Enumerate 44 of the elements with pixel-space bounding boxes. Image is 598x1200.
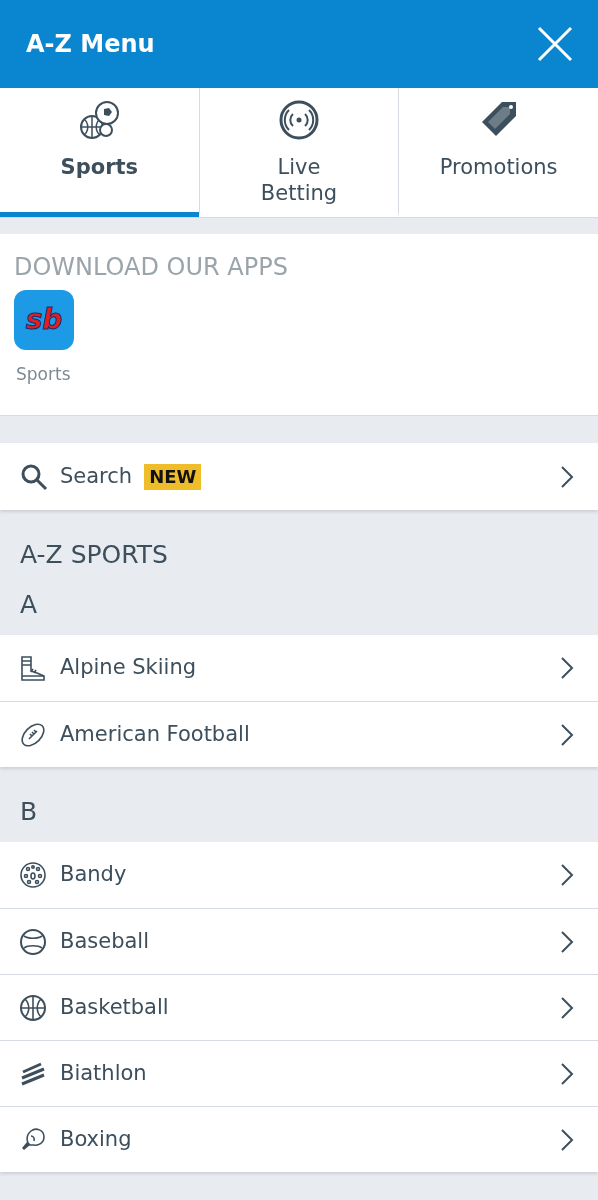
- az-heading: A-Z SPORTS: [19, 539, 169, 570]
- sport-label: American Football: [60, 720, 250, 748]
- sport-label: Alpine Skiing: [60, 654, 197, 682]
- sport-label: Bandy: [60, 861, 127, 889]
- sport-label: Baseball: [60, 927, 149, 955]
- sport-row[interactable]: Bandy: [0, 842, 598, 908]
- menu-title: A-Z Menu: [26, 29, 155, 60]
- chevron-right-icon: [560, 464, 574, 489]
- sport-row[interactable]: Boxing: [0, 1106, 598, 1172]
- letter-heading: A: [19, 589, 39, 621]
- basketball-icon: [19, 993, 47, 1022]
- sport-label: Biathlon: [60, 1059, 147, 1087]
- new-badge: NEW: [144, 463, 202, 490]
- chevron-right-icon: [560, 863, 574, 887]
- section-heading: DOWNLOAD OUR APPS: [14, 252, 289, 282]
- close-icon: [537, 26, 573, 62]
- close-button[interactable]: [536, 25, 574, 63]
- search-label: Search: [60, 462, 133, 490]
- chevron-right-icon: [560, 1127, 574, 1152]
- sport-row[interactable]: Baseball: [0, 908, 598, 974]
- tab[interactable]: Promotions: [398, 88, 598, 217]
- search-row[interactable]: Search NEW: [0, 443, 598, 510]
- sport-label: Basketball: [60, 993, 169, 1021]
- sport-row[interactable]: Basketball: [0, 974, 598, 1040]
- search-icon: [20, 462, 48, 491]
- letter-heading: B: [19, 796, 39, 828]
- baseball-icon: [19, 927, 47, 956]
- chevron-right-icon: [560, 995, 574, 1020]
- football-icon: [19, 720, 47, 749]
- tab[interactable]: Sports: [0, 88, 199, 217]
- holed-ball-icon: [19, 861, 47, 889]
- live-signal-icon: [279, 100, 319, 140]
- chevron-right-icon: [560, 1061, 574, 1086]
- sport-row[interactable]: American Football: [0, 701, 598, 767]
- tab[interactable]: Live Betting: [198, 88, 399, 217]
- chevron-right-icon: [560, 656, 574, 680]
- chevron-right-icon: [560, 722, 574, 747]
- app-label: Sports: [16, 363, 71, 386]
- sport-row[interactable]: Biathlon: [0, 1040, 598, 1106]
- sport-label: Boxing: [60, 1125, 132, 1153]
- ski-boot-icon: [19, 654, 47, 682]
- chevron-right-icon: [560, 929, 574, 954]
- sports-balls-icon: [78, 100, 121, 140]
- sport-row[interactable]: Alpine Skiing: [0, 635, 598, 701]
